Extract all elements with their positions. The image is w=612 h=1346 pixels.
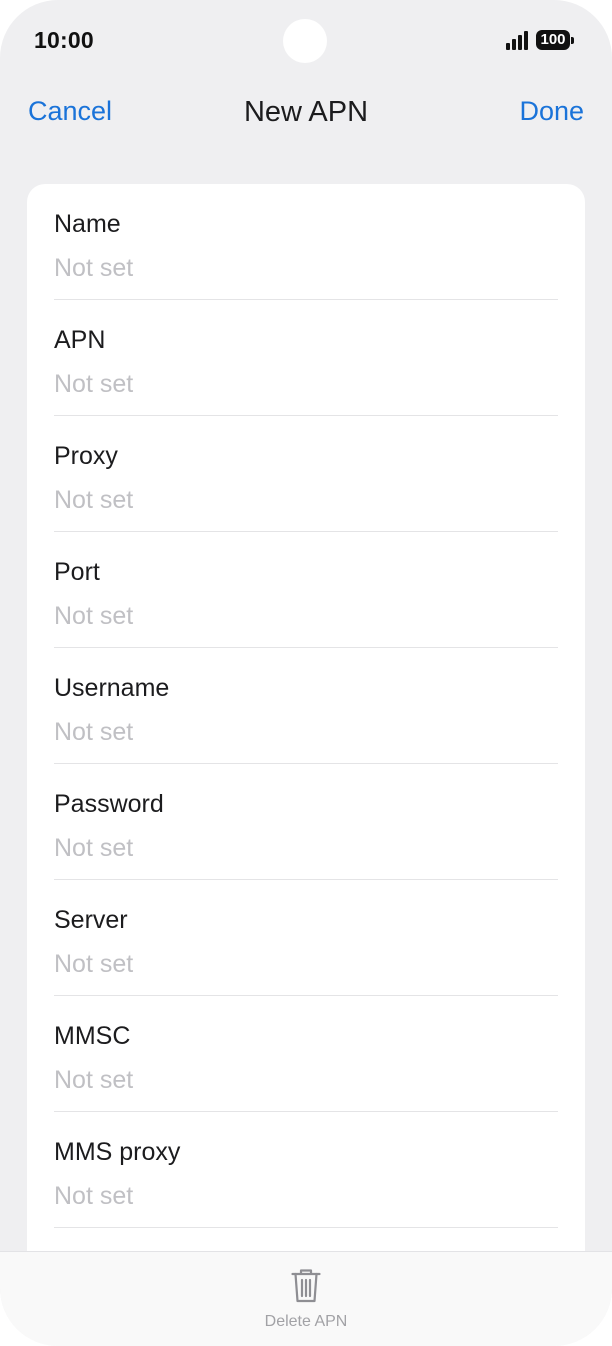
- field-label: MMS proxy: [54, 1138, 181, 1166]
- username-input[interactable]: Not set: [54, 718, 133, 747]
- field-label: Proxy: [54, 442, 118, 470]
- field-proxy[interactable]: Proxy Not set: [54, 416, 558, 532]
- apn-input[interactable]: Not set: [54, 370, 133, 399]
- field-label: Server: [54, 906, 128, 934]
- field-mms-proxy[interactable]: MMS proxy Not set: [54, 1112, 558, 1228]
- field-name[interactable]: Name Not set: [54, 184, 558, 300]
- field-label: Name: [54, 210, 121, 238]
- name-input[interactable]: Not set: [54, 254, 133, 283]
- field-mmsc[interactable]: MMSC Not set: [54, 996, 558, 1112]
- field-port[interactable]: Port Not set: [54, 532, 558, 648]
- password-input[interactable]: Not set: [54, 834, 133, 863]
- field-label: MMSC: [54, 1022, 131, 1050]
- status-bar: 10:00 100: [0, 0, 612, 82]
- field-server[interactable]: Server Not set: [54, 880, 558, 996]
- front-camera: [283, 19, 327, 63]
- field-username[interactable]: Username Not set: [54, 648, 558, 764]
- battery-level: 100: [536, 30, 570, 50]
- signal-icon: [506, 30, 528, 50]
- mmsc-input[interactable]: Not set: [54, 1066, 133, 1095]
- status-time: 10:00: [34, 27, 94, 53]
- bottom-toolbar: Delete APN: [0, 1251, 612, 1346]
- field-label: Password: [54, 790, 164, 818]
- done-button[interactable]: Done: [519, 96, 584, 127]
- field-label: Port: [54, 558, 100, 586]
- field-apn[interactable]: APN Not set: [54, 300, 558, 416]
- field-label: APN: [54, 326, 106, 354]
- navigation-bar: Cancel New APN Done: [0, 82, 612, 148]
- phone-screen: 10:00 100 Cancel New APN Done Name Not s…: [0, 0, 612, 1346]
- mms-proxy-input[interactable]: Not set: [54, 1182, 133, 1211]
- trash-icon: [291, 1268, 321, 1304]
- delete-apn-label: Delete APN: [264, 1313, 348, 1330]
- field-label: Username: [54, 674, 170, 702]
- battery-cap: [571, 36, 574, 44]
- apn-fields-card: Name Not set APN Not set Proxy Not set P…: [27, 184, 585, 1346]
- status-indicators: 100: [506, 30, 574, 50]
- proxy-input[interactable]: Not set: [54, 486, 133, 515]
- field-password[interactable]: Password Not set: [54, 764, 558, 880]
- port-input[interactable]: Not set: [54, 602, 133, 631]
- battery-icon: 100: [536, 30, 574, 50]
- delete-apn-button[interactable]: Delete APN: [0, 1268, 612, 1331]
- server-input[interactable]: Not set: [54, 950, 133, 979]
